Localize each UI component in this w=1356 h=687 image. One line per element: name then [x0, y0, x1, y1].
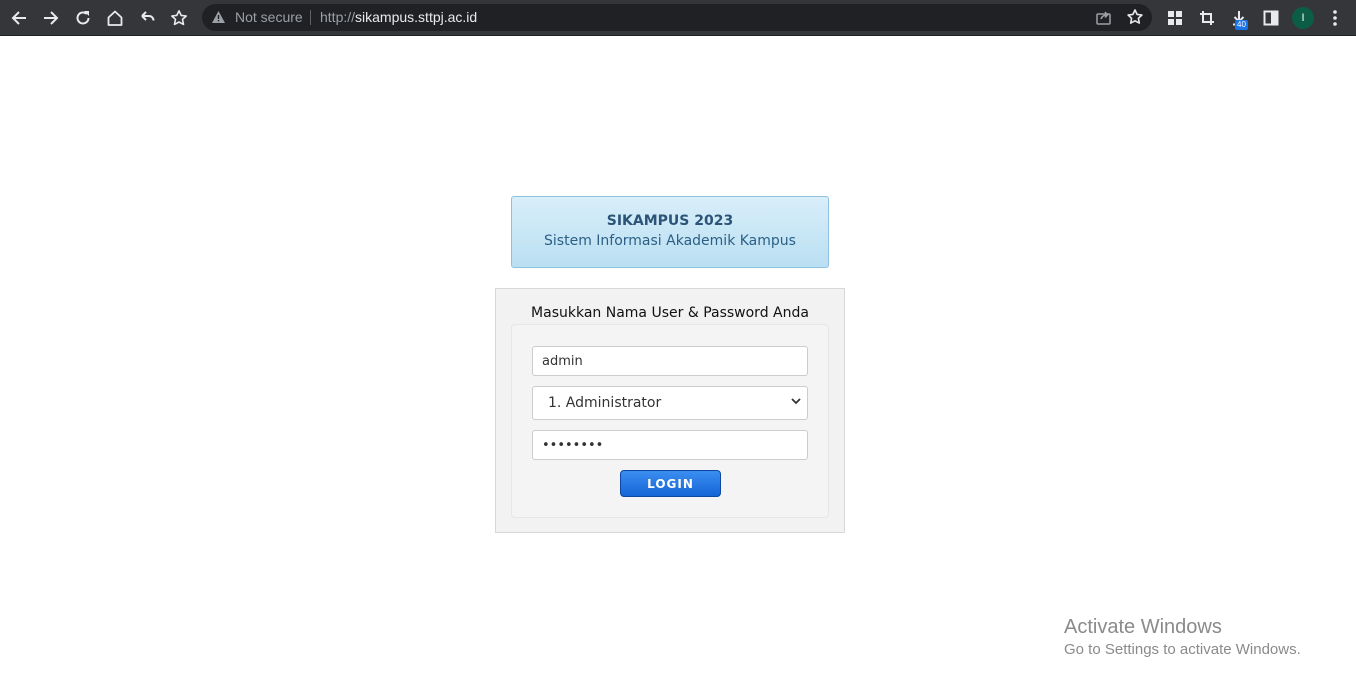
reload-button[interactable] [69, 4, 97, 32]
menu-dots-icon [1333, 10, 1337, 26]
login-panel: Masukkan Nama User & Password Anda 1. Ad… [495, 288, 845, 533]
browser-toolbar: Not secure http://sikampus.sttpj.ac.id 4… [0, 0, 1356, 36]
reload-icon [76, 11, 90, 25]
downloads-count-badge: 40 [1235, 20, 1248, 30]
forward-icon [44, 11, 59, 25]
login-heading: Masukkan Nama User & Password Anda [531, 305, 809, 321]
extensions-grid-icon [1168, 11, 1182, 25]
login-button[interactable]: LOGIN [620, 470, 721, 497]
undo-icon [141, 11, 155, 21]
url-host: sikampus.sttpj.ac.id [355, 9, 478, 25]
forward-button[interactable] [37, 4, 65, 32]
address-bar[interactable]: Not secure http://sikampus.sttpj.ac.id [202, 4, 1152, 31]
role-select[interactable]: 1. Administrator [532, 386, 808, 420]
home-icon [107, 10, 123, 26]
crop-button[interactable] [1193, 4, 1221, 32]
app-subtitle: Sistem Informasi Akademik Kampus [544, 233, 796, 249]
browser-menu-button[interactable] [1321, 4, 1349, 32]
back-button[interactable] [5, 4, 33, 32]
home-button[interactable] [101, 4, 129, 32]
undo-button[interactable] [133, 4, 161, 32]
security-status-label[interactable]: Not secure [235, 9, 303, 25]
warning-icon[interactable] [211, 10, 226, 24]
password-input[interactable] [532, 430, 808, 460]
app-title: SIKAMPUS 2023 [606, 213, 734, 229]
star-icon[interactable] [1126, 8, 1144, 26]
app-header-banner: SIKAMPUS 2023 Sistem Informasi Akademik … [511, 196, 829, 268]
bookmark-page-button[interactable] [165, 4, 193, 32]
activation-subtitle: Go to Settings to activate Windows. [1064, 641, 1301, 658]
side-panel-button[interactable] [1257, 4, 1285, 32]
url-scheme: http:// [320, 9, 356, 25]
login-form: 1. Administrator LOGIN [511, 324, 829, 518]
activation-title: Activate Windows [1064, 616, 1222, 638]
windows-activation-watermark: Activate Windows Go to Settings to activ… [1064, 615, 1301, 660]
crop-icon [1200, 11, 1214, 25]
profile-avatar[interactable]: I [1292, 7, 1314, 29]
bookmark-star-icon [171, 10, 187, 26]
back-icon [11, 11, 26, 25]
extensions-button[interactable] [1161, 4, 1189, 32]
address-divider [310, 10, 311, 25]
url-text[interactable]: http://sikampus.sttpj.ac.id [320, 9, 477, 25]
side-panel-icon [1263, 10, 1279, 26]
username-input[interactable] [532, 346, 808, 376]
share-icon[interactable] [1095, 9, 1112, 26]
